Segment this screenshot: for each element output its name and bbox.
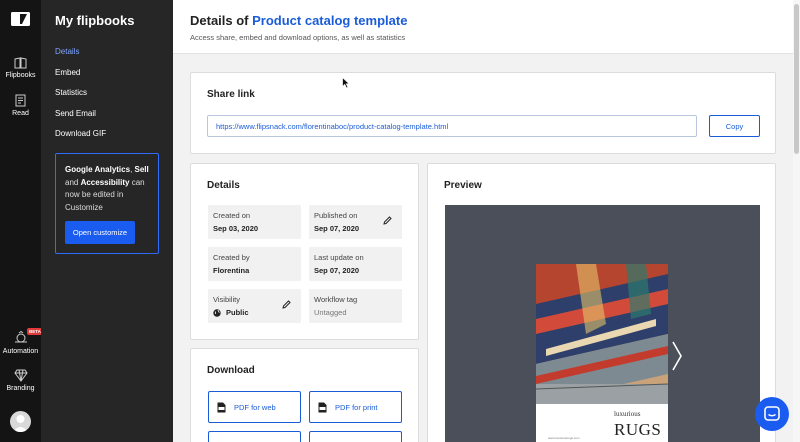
flipsnack-logo-icon[interactable] — [11, 12, 30, 26]
chat-icon — [764, 406, 780, 421]
flipbook-preview[interactable]: luxurious RUGS www.luxuriousrugs.com — [445, 205, 760, 442]
edit-pencil-icon[interactable] — [383, 216, 392, 225]
details-card: Details Created on Sep 03, 2020 Publishe… — [190, 163, 419, 340]
branding-icon — [13, 369, 28, 382]
share-link-card: Share link https://www.flipsnack.com/flo… — [190, 72, 776, 154]
main-content: Details of Product catalog template Acce… — [173, 0, 800, 442]
sidebar-item-send-email[interactable]: Send Email — [55, 109, 96, 118]
edit-pencil-icon[interactable] — [282, 300, 291, 309]
rail-label-automation: Automation — [2, 348, 39, 355]
sidebar-item-download-gif[interactable]: Download GIF — [55, 129, 106, 138]
detail-visibility: Visibility Public — [208, 289, 301, 323]
pdf-web-button[interactable]: PDF for web — [208, 391, 301, 423]
download-option-button[interactable] — [309, 431, 402, 442]
cover-brand-large: RUGS — [614, 420, 662, 439]
detail-workflow-tag: Workflow tag Untagged — [309, 289, 402, 323]
flipbook-name: Product catalog template — [252, 13, 408, 28]
user-icon — [13, 415, 28, 432]
promo-text: Google Analytics, Sell and Accessibility… — [65, 165, 149, 212]
page-subtitle: Access share, embed and download options… — [190, 33, 406, 42]
automation-icon — [14, 331, 27, 343]
rail-item-branding[interactable]: Branding — [0, 369, 41, 392]
read-icon — [15, 94, 26, 107]
sidebar-item-details[interactable]: Details — [55, 47, 79, 56]
next-page-arrow-icon[interactable] — [671, 340, 683, 372]
globe-icon — [213, 308, 221, 317]
page-scrollbar[interactable] — [793, 0, 800, 442]
rug-photo — [536, 264, 668, 404]
detail-created-by: Created by Florentina — [208, 247, 301, 281]
rail-label-read: Read — [12, 110, 29, 117]
flipbook-cover: luxurious RUGS www.luxuriousrugs.com — [536, 264, 668, 442]
flipbooks-icon — [14, 57, 27, 69]
share-url-field[interactable]: https://www.flipsnack.com/florentinaboc/… — [207, 115, 697, 137]
rail-item-flipbooks[interactable]: Flipbooks — [0, 57, 41, 79]
detail-last-update: Last update on Sep 07, 2020 — [309, 247, 402, 281]
page-title: Details of Product catalog template — [190, 13, 408, 28]
download-heading: Download — [207, 365, 255, 376]
icon-rail: Flipbooks Read BETA Automation Branding — [0, 0, 43, 442]
sidebar-title: My flipbooks — [55, 13, 135, 28]
rail-item-automation[interactable]: BETA Automation — [0, 328, 43, 355]
pdf-file-icon — [217, 402, 226, 412]
preview-heading: Preview — [444, 180, 482, 191]
chat-launcher-button[interactable] — [755, 397, 789, 431]
rail-label-flipbooks: Flipbooks — [5, 72, 36, 79]
sidebar-item-embed[interactable]: Embed — [55, 68, 80, 77]
preview-card: Preview luxurious RUGS www.luxuriousrugs… — [427, 163, 776, 442]
download-card: Download PDF for web PDF for print — [190, 348, 419, 442]
pdf-print-button[interactable]: PDF for print — [309, 391, 402, 423]
rail-item-read[interactable]: Read — [0, 94, 41, 117]
share-link-heading: Share link — [207, 89, 255, 100]
flipbook-sidebar: My flipbooks Details Embed Statistics Se… — [41, 0, 173, 442]
cover-brand-small: luxurious — [614, 410, 641, 418]
details-heading: Details — [207, 180, 240, 191]
customize-promo: Google Analytics, Sell and Accessibility… — [55, 153, 159, 254]
pdf-file-icon — [318, 402, 327, 412]
open-customize-button[interactable]: Open customize — [65, 221, 135, 244]
scrollbar-thumb[interactable] — [794, 4, 799, 154]
detail-created-on: Created on Sep 03, 2020 — [208, 205, 301, 239]
mouse-cursor-icon — [342, 77, 350, 89]
cover-footer: www.luxuriousrugs.com — [548, 436, 580, 440]
sidebar-item-statistics[interactable]: Statistics — [55, 88, 87, 97]
download-option-button[interactable] — [208, 431, 301, 442]
detail-published-on: Published on Sep 07, 2020 — [309, 205, 402, 239]
avatar[interactable] — [10, 411, 31, 432]
page-header: Details of Product catalog template Acce… — [173, 0, 793, 54]
copy-button[interactable]: Copy — [709, 115, 760, 137]
rail-label-branding: Branding — [6, 385, 35, 392]
